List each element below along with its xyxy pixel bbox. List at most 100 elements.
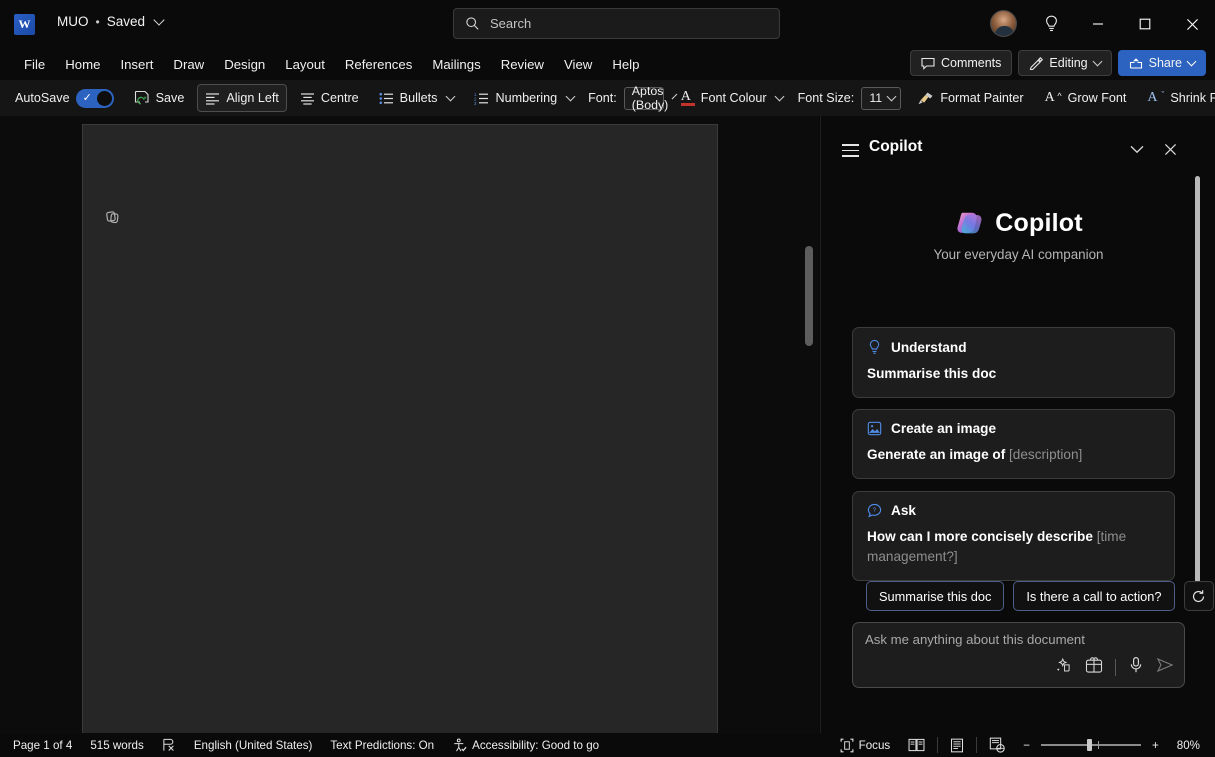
- send-button[interactable]: [1156, 657, 1174, 678]
- chevron-down-icon[interactable]: [1186, 56, 1197, 67]
- align-left-icon: [206, 92, 220, 105]
- copilot-collapse-button[interactable]: [1124, 136, 1150, 162]
- chevron-down-icon[interactable]: [1092, 56, 1103, 67]
- document-title-area[interactable]: MUO • Saved: [57, 14, 165, 29]
- tools-divider: [1115, 659, 1116, 676]
- document-name: MUO: [57, 14, 89, 29]
- page-indicator[interactable]: Page 1 of 4: [4, 733, 81, 757]
- document-page[interactable]: [82, 124, 718, 741]
- accessibility-label: Accessibility: Good to go: [472, 738, 600, 752]
- copilot-hero: Copilot Your everyday AI companion: [821, 164, 1215, 263]
- zoom-slider-thumb[interactable]: [1087, 739, 1092, 751]
- zoom-slider[interactable]: [1041, 739, 1141, 751]
- autosave-control[interactable]: AutoSave ✓: [8, 84, 121, 112]
- focus-button[interactable]: Focus: [831, 733, 900, 757]
- comments-button[interactable]: Comments: [909, 50, 1013, 76]
- copilot-close-button[interactable]: [1157, 136, 1183, 162]
- formatting-toolbar: AutoSave ✓ Save Align Left Centre Bullet…: [0, 80, 1215, 116]
- web-layout-icon: [990, 737, 1005, 753]
- share-label: Share: [1148, 56, 1182, 70]
- card-placeholder: [description]: [1009, 447, 1083, 462]
- autosave-toggle[interactable]: ✓: [75, 88, 114, 108]
- font-label: Font:: [588, 91, 617, 105]
- copilot-card-understand[interactable]: Understand Summarise this doc: [852, 327, 1175, 398]
- prompt-sparkle-button[interactable]: [1055, 656, 1073, 679]
- chip-call-to-action[interactable]: Is there a call to action?: [1013, 581, 1175, 611]
- microphone-icon: [1130, 657, 1142, 673]
- tab-mailings[interactable]: Mailings: [422, 48, 490, 80]
- font-size-select[interactable]: 11: [861, 86, 902, 110]
- save-status: Saved: [106, 14, 145, 29]
- copilot-draft-icon[interactable]: [105, 209, 122, 231]
- zoom-out-button[interactable]: −: [1014, 733, 1032, 757]
- close-icon: [1164, 143, 1176, 155]
- copilot-prompt-input[interactable]: Ask me anything about this document: [852, 622, 1185, 688]
- font-size-label: Font Size:: [797, 91, 855, 105]
- format-painter-icon: [918, 92, 933, 104]
- tab-file[interactable]: File: [14, 48, 55, 80]
- copilot-card-ask[interactable]: ? Ask How can I more concisely describe …: [852, 491, 1175, 581]
- numbering-button[interactable]: 1 2 3 Numbering: [467, 84, 581, 112]
- web-layout-button[interactable]: [980, 733, 1014, 757]
- document-canvas: [0, 116, 818, 757]
- tab-layout[interactable]: Layout: [275, 48, 335, 80]
- numbering-label: Numbering: [495, 91, 558, 105]
- zoom-in-button[interactable]: +: [1150, 733, 1168, 757]
- tab-home[interactable]: Home: [55, 48, 110, 80]
- share-button[interactable]: Share: [1117, 50, 1206, 76]
- align-left-button[interactable]: Align Left: [197, 84, 287, 112]
- ideas-button[interactable]: [1035, 8, 1067, 39]
- tab-draw[interactable]: Draw: [163, 48, 214, 80]
- tab-review[interactable]: Review: [491, 48, 554, 80]
- card-text: How can I more concisely describe: [867, 529, 1097, 544]
- font-family-select[interactable]: Aptos (Body): [623, 84, 678, 112]
- chevron-down-icon[interactable]: [446, 91, 456, 102]
- tab-references[interactable]: References: [335, 48, 422, 80]
- document-scrollbar-thumb[interactable]: [805, 246, 813, 346]
- chevron-down-icon[interactable]: [565, 91, 576, 102]
- card-title: Ask: [891, 503, 916, 518]
- chevron-down-icon: [886, 91, 897, 102]
- read-mode-button[interactable]: [899, 733, 934, 757]
- copilot-scrollbar-thumb[interactable]: [1195, 176, 1200, 583]
- chevron-down-icon[interactable]: [774, 91, 785, 102]
- copilot-card-create-image[interactable]: Create an image Generate an image of [de…: [852, 409, 1175, 479]
- save-button[interactable]: Save: [127, 84, 192, 112]
- tab-insert[interactable]: Insert: [110, 48, 163, 80]
- svg-text:3: 3: [474, 100, 477, 104]
- hamburger-icon[interactable]: [842, 140, 859, 161]
- microphone-button[interactable]: [1128, 656, 1144, 679]
- centre-button[interactable]: Centre: [293, 84, 366, 112]
- grow-font-button[interactable]: A ^ Grow Font: [1038, 84, 1134, 112]
- word-app-icon: W: [14, 14, 35, 35]
- chevron-down-icon[interactable]: [153, 14, 165, 26]
- close-icon: [1186, 18, 1198, 30]
- proofing-status[interactable]: [153, 733, 185, 757]
- minimize-button[interactable]: [1075, 0, 1121, 48]
- maximize-button[interactable]: [1122, 0, 1168, 48]
- prompt-sparkle-icon: [1056, 657, 1070, 672]
- apps-grid-button[interactable]: [1085, 656, 1103, 679]
- search-input[interactable]: Search: [453, 8, 780, 39]
- refresh-suggestions-button[interactable]: [1183, 581, 1214, 611]
- chip-summarise-this-doc[interactable]: Summarise this doc: [866, 581, 1005, 611]
- font-colour-label: Font Colour: [700, 91, 767, 105]
- print-layout-button[interactable]: [941, 733, 973, 757]
- bullets-button[interactable]: Bullets: [372, 84, 462, 112]
- avatar[interactable]: [990, 10, 1017, 37]
- accessibility-status[interactable]: Accessibility: Good to go: [443, 733, 608, 757]
- text-predictions-status[interactable]: Text Predictions: On: [321, 733, 443, 757]
- autosave-label: AutoSave: [15, 91, 70, 105]
- tab-design[interactable]: Design: [214, 48, 275, 80]
- card-body: Generate an image of [description]: [867, 445, 1160, 465]
- tab-help[interactable]: Help: [602, 48, 649, 80]
- language-status[interactable]: English (United States): [185, 733, 322, 757]
- tab-view[interactable]: View: [554, 48, 602, 80]
- shrink-font-button[interactable]: A ˇ Shrink Font: [1140, 84, 1215, 112]
- close-button[interactable]: [1169, 0, 1215, 48]
- font-colour-button[interactable]: A Font Colour: [674, 84, 790, 112]
- word-count[interactable]: 515 words: [81, 733, 153, 757]
- zoom-level[interactable]: 80%: [1168, 733, 1209, 757]
- format-painter-button[interactable]: Format Painter: [910, 84, 1030, 112]
- editing-mode-button[interactable]: Editing: [1018, 50, 1112, 76]
